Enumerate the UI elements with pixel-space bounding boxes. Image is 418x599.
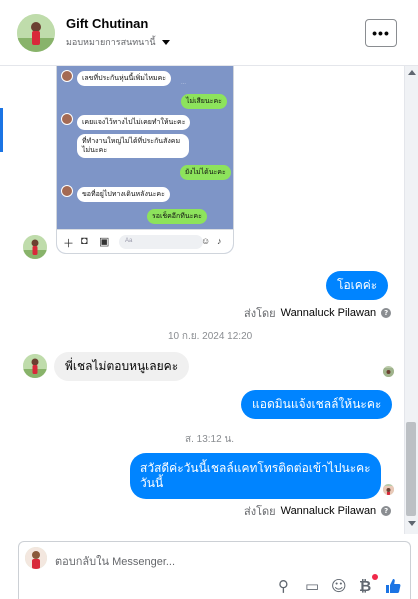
time-separator: ส. 13:12 น. xyxy=(185,434,235,445)
assign-conversation-dropdown[interactable]: มอบหมายการสนทนานี้ xyxy=(66,35,170,49)
reply-composer: ตอบกลับใน Messenger... ⚲ ▭ ☺ ₿ xyxy=(18,541,411,599)
scroll-up-arrow-icon[interactable] xyxy=(408,70,416,75)
contact-avatar[interactable] xyxy=(17,14,55,52)
screenshot-message: ยังไม่ได้นะคะ xyxy=(180,165,231,180)
info-icon[interactable]: ? xyxy=(381,308,392,318)
shared-chat-screenshot[interactable]: เลขที่ประกันหุ่นนี้เพิ่มไหมคะ ⋯ ไม่เสียน… xyxy=(56,66,234,254)
outgoing-message[interactable]: แอดมินแจ้งเชลล์ให้นะคะ xyxy=(241,390,393,419)
screenshot-message: รอเช็คอีกทีนะคะ xyxy=(147,209,207,224)
screenshot-message-line: ไม่นะคะ xyxy=(82,147,108,154)
microphone-icon: ♪ xyxy=(217,236,222,246)
paperclip-icon[interactable]: ⚲ xyxy=(278,578,289,594)
outgoing-message[interactable]: โอเคค่ะ xyxy=(326,271,389,300)
scroll-down-arrow-icon[interactable] xyxy=(408,521,416,526)
caret-down-icon xyxy=(161,39,170,45)
incoming-message[interactable]: พี่เชลไม่ตอบหนูเลยคะ xyxy=(54,352,190,381)
messenger-chat-window: Gift Chutinan มอบหมายการสนทนานี้ ••• เลข… xyxy=(0,0,418,599)
smile-icon[interactable]: ☺ xyxy=(331,578,347,594)
screenshot-avatar xyxy=(61,185,73,197)
date-separator: 10 ก.ย. 2024 12:20 xyxy=(168,331,253,342)
chat-header: Gift Chutinan มอบหมายการสนทนานี้ ••• xyxy=(0,0,418,66)
contact-name[interactable]: Gift Chutinan xyxy=(66,16,148,31)
info-icon[interactable]: ? xyxy=(381,506,392,516)
screenshot-avatar xyxy=(61,113,73,125)
assign-conversation-label: มอบหมายการสนทนานี้ xyxy=(66,37,156,47)
sent-by-label: ส่งโดย Wannaluck Pilawan ? xyxy=(244,304,392,322)
more-options-button[interactable]: ••• xyxy=(365,19,397,47)
sender-name[interactable]: Wannaluck Pilawan xyxy=(281,307,377,319)
page-avatar xyxy=(25,547,47,569)
screenshot-message: ไม่เสียนะคะ xyxy=(181,94,227,109)
notification-dot xyxy=(372,574,378,580)
screenshot-message: ที่ทำงานใหญ่ไม่ได้ที่ประกันสังคม ไม่นะคะ xyxy=(77,134,189,158)
sent-by-prefix: ส่งโดย xyxy=(244,506,276,518)
screenshot-avatar xyxy=(61,70,73,82)
screenshot-input-field: Aa xyxy=(119,235,203,249)
thumbs-up-icon[interactable] xyxy=(385,578,401,597)
screenshot-message: เลขที่ประกันหุ่นนี้เพิ่มไหมคะ xyxy=(77,71,172,86)
sender-name[interactable]: Wannaluck Pilawan xyxy=(281,505,377,517)
scrollbar-thumb[interactable] xyxy=(406,422,416,516)
seen-avatar xyxy=(383,484,394,495)
reply-input[interactable]: ตอบกลับใน Messenger... xyxy=(55,552,175,570)
seen-avatar xyxy=(383,366,394,377)
screenshot-input-bar: ＋ ◘ ▣ Aa ☺ ♪ xyxy=(57,229,233,253)
contact-avatar-small[interactable] xyxy=(23,354,47,378)
contact-avatar-small[interactable] xyxy=(23,235,47,259)
screenshot-message: เคยแจงไว้ทางไปไม่เคยทำให้นะคะ xyxy=(77,115,191,130)
camera-icon: ◘ xyxy=(81,235,88,247)
screenshot-time: ⋯ xyxy=(181,81,186,87)
left-edge-accent xyxy=(0,108,3,152)
sent-by-prefix: ส่งโดย xyxy=(244,308,276,320)
smile-icon: ☺ xyxy=(201,236,211,246)
speech-bubble-icon[interactable]: ▭ xyxy=(305,578,319,594)
screenshot-message: ขอที่อยู่ไปทางเดินหลังนะคะ xyxy=(77,187,170,202)
plus-icon: ＋ xyxy=(63,238,74,250)
screenshot-message-line: ที่ทำงานใหญ่ไม่ได้ที่ประกันสังคม xyxy=(82,138,181,145)
image-icon: ▣ xyxy=(99,236,110,248)
outgoing-message[interactable]: สวัสดีค่ะวันนี้เชลล์แคทโทรติดต่อเข้าไปนะ… xyxy=(130,453,381,499)
sent-by-label: ส่งโดย Wannaluck Pilawan ? xyxy=(244,502,392,520)
b-icon[interactable]: ₿ xyxy=(359,578,371,594)
